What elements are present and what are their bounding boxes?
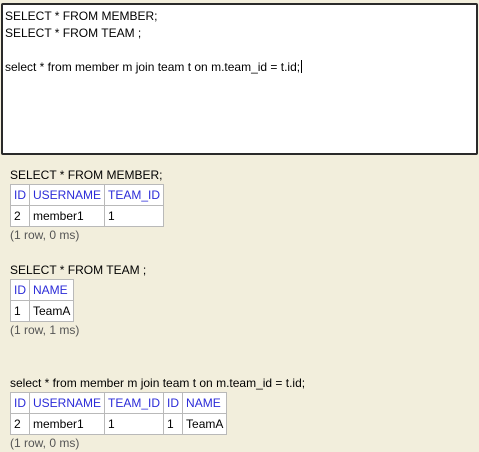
table-cell: 1 [10,300,30,322]
sql-editor[interactable]: SELECT * FROM MEMBER; SELECT * FROM TEAM… [1,3,478,155]
column-header[interactable]: USERNAME [28,392,106,414]
table-cell: TeamA [182,413,228,435]
result-query: select * from member m join team t on m.… [10,376,306,390]
result-query: SELECT * FROM TEAM ; [10,263,147,277]
result-block-2: SELECT * FROM TEAM ; ID NAME 1 TeamA (1 … [10,262,475,375]
row-count: (1 row, 0 ms) [10,436,80,450]
table-row: 2 member1 1 [10,205,165,227]
table-row: 2 member1 1 1 TeamA [10,413,228,435]
editor-line[interactable]: SELECT * FROM TEAM ; [5,25,474,42]
column-header[interactable]: ID [163,392,184,414]
results-panel: SELECT * FROM MEMBER; ID USERNAME TEAM_I… [10,167,475,452]
editor-blank-line[interactable] [5,42,474,59]
result-block-3: select * from member m join team t on m.… [10,375,475,452]
table-cell: 1 [163,413,184,435]
row-count: (1 row, 1 ms) [10,323,80,337]
table-cell: member1 [28,413,106,435]
row-count: (1 row, 0 ms) [10,228,80,242]
result-table: ID USERNAME TEAM_ID ID NAME 2 member1 1 … [10,392,228,435]
column-header[interactable]: USERNAME [28,184,106,206]
table-cell: 1 [104,205,165,227]
column-header[interactable]: TEAM_ID [104,392,165,414]
editor-line-text[interactable]: select * from member m join team t on m.… [5,60,300,74]
column-header[interactable]: ID [10,279,30,301]
result-table: ID NAME 1 TeamA [10,279,75,322]
editor-line[interactable]: SELECT * FROM MEMBER; [5,8,474,25]
table-header-row: ID USERNAME TEAM_ID ID NAME [10,392,228,414]
result-block-1: SELECT * FROM MEMBER; ID USERNAME TEAM_I… [10,167,475,262]
column-header[interactable]: NAME [182,392,228,414]
table-cell: 1 [104,413,165,435]
table-cell: 2 [10,413,30,435]
table-cell: member1 [28,205,106,227]
table-row: 1 TeamA [10,300,75,322]
result-query: SELECT * FROM MEMBER; [10,168,163,182]
column-header[interactable]: TEAM_ID [104,184,165,206]
result-table: ID USERNAME TEAM_ID 2 member1 1 [10,184,165,227]
column-header[interactable]: ID [10,392,30,414]
editor-line-active[interactable]: select * from member m join team t on m.… [5,59,474,76]
table-header-row: ID USERNAME TEAM_ID [10,184,165,206]
column-header[interactable]: ID [10,184,30,206]
table-cell: 2 [10,205,30,227]
table-cell: TeamA [28,300,75,322]
text-caret [301,60,303,73]
column-header[interactable]: NAME [28,279,75,301]
table-header-row: ID NAME [10,279,75,301]
